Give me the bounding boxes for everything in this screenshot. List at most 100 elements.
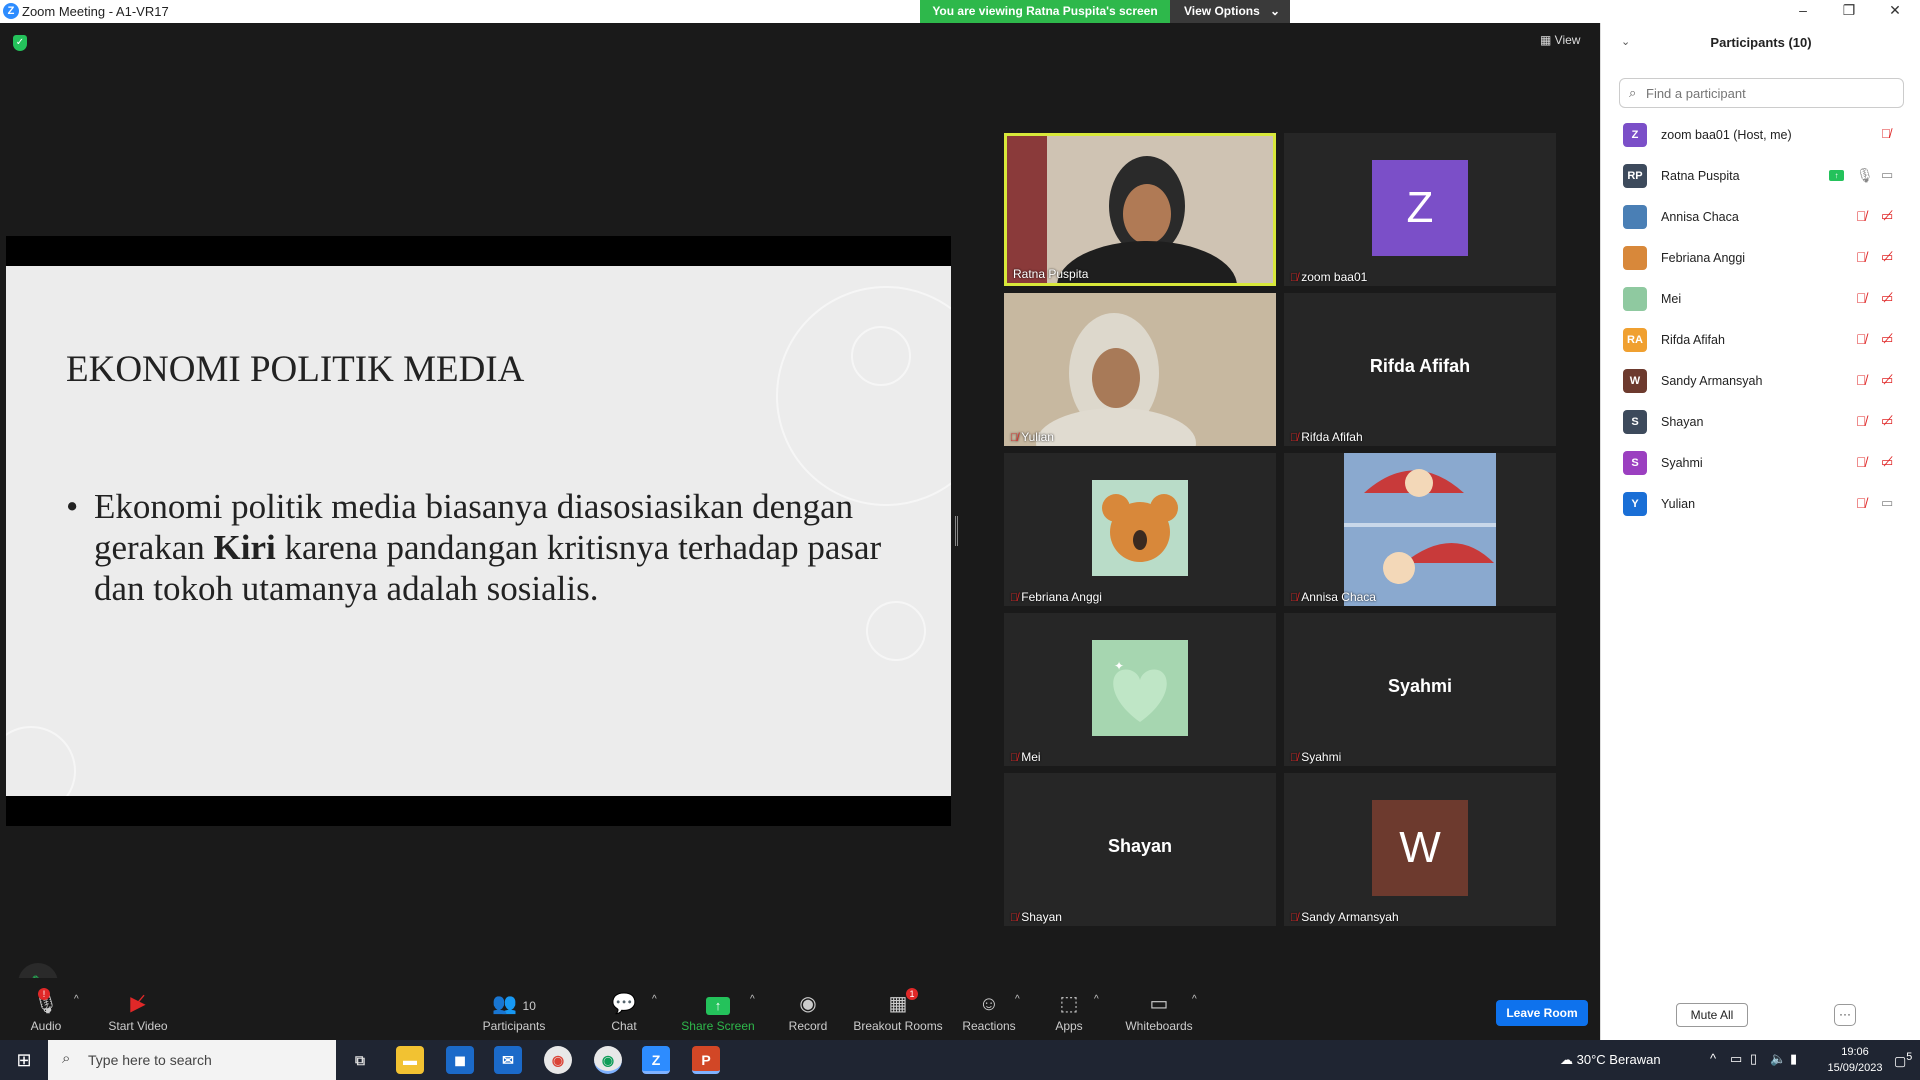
store-icon[interactable]: ◼ [446, 1046, 474, 1074]
more-options-button[interactable]: ··· [1834, 1004, 1856, 1026]
reactions-button[interactable]: ☺ Reactions [960, 992, 1018, 1033]
reactions-label: Reactions [962, 1019, 1016, 1033]
slide-bullet: • Ekonomi politik media biasanya diasosi… [66, 486, 886, 609]
windows-taskbar: ⊞ ⌕ Type here to search ⧉ ▬ ◼ ✉ ◉ ◉ Z P … [0, 1040, 1920, 1080]
participant-row[interactable]: RP Ratna Puspita ↑ 🎙 ▭ [1601, 156, 1920, 197]
camera-off-icon[interactable]: ▭̸ [1881, 413, 1893, 429]
network-icon[interactable]: ▯ [1750, 1051, 1757, 1067]
tile-name: 🎙̸ Syahmi [1290, 750, 1341, 764]
mic-muted-icon: 🎙̸ [1290, 752, 1299, 764]
mic-muted-icon[interactable]: 🎙̸ [1856, 331, 1867, 347]
camera-off-icon[interactable]: ▭̸ [1881, 290, 1893, 306]
participant-row[interactable]: S Shayan 🎙̸ ▭̸ [1601, 402, 1920, 443]
participants-button[interactable]: 👥 10 Participants [478, 992, 550, 1033]
split-view-handle[interactable] [955, 516, 958, 546]
powerpoint-icon[interactable]: P [692, 1046, 720, 1074]
share-options-caret-icon[interactable]: ^ [750, 994, 755, 1005]
audio-button[interactable]: 🎙 ! Audio [24, 988, 68, 1033]
avatar [1623, 287, 1647, 311]
tray-expand-icon[interactable]: ^ [1710, 1051, 1716, 1066]
battery-icon[interactable]: ▮ [1790, 1051, 1797, 1067]
video-tile[interactable]: Ratna Puspita [1004, 133, 1276, 286]
camera-off-icon[interactable]: ▭̸ [1881, 372, 1893, 388]
mail-icon[interactable]: ✉ [494, 1046, 522, 1074]
participant-row[interactable]: Febriana Anggi 🎙̸ ▭̸ [1601, 238, 1920, 279]
profile-picture [1344, 453, 1496, 606]
task-view-icon[interactable]: ⧉ [346, 1046, 374, 1074]
whiteboards-options-caret-icon[interactable]: ^ [1192, 994, 1197, 1005]
video-tile[interactable]: 🎙̸ Yulian [1004, 293, 1276, 446]
video-tile[interactable]: Syahmi 🎙̸ Syahmi [1284, 613, 1556, 766]
notification-icon[interactable]: ▢5 [1894, 1051, 1912, 1069]
apps-button[interactable]: ⬚ Apps [1052, 992, 1086, 1033]
mic-muted-icon[interactable]: 🎙̸ [1856, 372, 1867, 388]
chrome-icon[interactable]: ◉ [544, 1046, 572, 1074]
breakout-rooms-button[interactable]: ▦ 1 Breakout Rooms [852, 988, 944, 1033]
share-screen-button[interactable]: ↑ Share Screen [680, 992, 756, 1033]
search-icon: ⌕ [1629, 85, 1637, 100]
chrome-profile-icon[interactable]: ◉ [594, 1046, 622, 1074]
mute-all-button[interactable]: Mute All [1676, 1003, 1748, 1027]
camera-tray-icon[interactable]: ▭ [1730, 1051, 1742, 1067]
audio-options-caret-icon[interactable]: ^ [74, 994, 79, 1005]
presentation-slide: EKONOMI POLITIK MEDIA • Ekonomi politik … [6, 266, 951, 796]
participant-name-display: Shayan [1107, 836, 1173, 856]
video-tile[interactable]: 🎙̸ Annisa Chaca [1284, 453, 1556, 606]
minimize-icon[interactable]: – [1780, 0, 1826, 23]
participant-row[interactable]: RA Rifda Afifah 🎙̸ ▭̸ [1601, 320, 1920, 361]
participant-search[interactable]: ⌕ [1619, 78, 1904, 108]
mic-muted-icon[interactable]: 🎙̸ [1856, 290, 1867, 306]
mic-muted-icon[interactable]: 🎙̸ [1856, 208, 1867, 224]
start-video-button[interactable]: ▶̸ Start Video [104, 992, 172, 1033]
camera-on-icon[interactable]: ▭ [1881, 495, 1893, 511]
camera-on-icon[interactable]: ▭ [1881, 167, 1893, 183]
mic-muted-icon[interactable]: 🎙̸ [1856, 413, 1867, 429]
close-icon[interactable]: ✕ [1872, 0, 1918, 23]
camera-off-icon[interactable]: ▭̸ [1881, 331, 1893, 347]
chat-button[interactable]: 💬 Chat [604, 992, 644, 1033]
participant-row[interactable]: W Sandy Armansyah 🎙̸ ▭̸ [1601, 361, 1920, 402]
tile-name: 🎙̸ zoom baa01 [1290, 270, 1367, 284]
participant-row[interactable]: Z zoom baa01 (Host, me) 🎙̸ [1601, 115, 1920, 156]
video-tile[interactable]: Shayan 🎙̸ Shayan [1004, 773, 1276, 926]
camera-off-icon[interactable]: ▭̸ [1881, 208, 1893, 224]
participant-row[interactable]: Mei 🎙̸ ▭̸ [1601, 279, 1920, 320]
restore-icon[interactable]: ❐ [1826, 0, 1872, 23]
chat-options-caret-icon[interactable]: ^ [652, 994, 657, 1005]
mic-muted-icon: 🎙̸ [1010, 432, 1019, 444]
zoom-taskbar-icon[interactable]: Z [642, 1046, 670, 1074]
mic-muted-icon[interactable]: 🎙̸ [1856, 454, 1867, 470]
windows-start-icon[interactable]: ⊞ [0, 1040, 48, 1080]
record-button[interactable]: ◉ Record [785, 992, 831, 1033]
taskbar-search[interactable]: ⌕ Type here to search [48, 1040, 336, 1080]
participant-search-input[interactable] [1646, 83, 1896, 103]
mic-muted-icon[interactable]: 🎙̸ [1881, 126, 1891, 141]
video-tile[interactable]: 🎙̸ Febriana Anggi [1004, 453, 1276, 606]
start-video-label: Start Video [108, 1019, 168, 1033]
participant-row[interactable]: S Syahmi 🎙̸ ▭̸ [1601, 443, 1920, 484]
camera-off-icon[interactable]: ▭̸ [1881, 249, 1893, 265]
video-tile[interactable]: Z 🎙̸ zoom baa01 [1284, 133, 1556, 286]
video-tile[interactable]: ✦ 🎙̸ Mei [1004, 613, 1276, 766]
reactions-options-caret-icon[interactable]: ^ [1015, 994, 1020, 1005]
file-explorer-icon[interactable]: ▬ [396, 1046, 424, 1074]
clock[interactable]: 19:06 15/09/2023 [1825, 1044, 1885, 1076]
whiteboards-button[interactable]: ▭ Whiteboards [1124, 992, 1194, 1033]
mic-muted-icon: 🎙̸ [1010, 912, 1019, 924]
weather-widget[interactable]: ☁ 30°C Berawan [1560, 1052, 1661, 1068]
mic-on-icon[interactable]: 🎙 [1856, 167, 1874, 184]
participant-row[interactable]: Y Yulian 🎙̸ ▭ [1601, 484, 1920, 525]
view-options-button[interactable]: View Options ⌄ [1170, 0, 1290, 23]
apps-options-caret-icon[interactable]: ^ [1094, 994, 1099, 1005]
video-tile[interactable]: W 🎙̸ Sandy Armansyah [1284, 773, 1556, 926]
encryption-shield-icon[interactable]: ✓ [13, 35, 27, 51]
camera-off-icon[interactable]: ▭̸ [1881, 454, 1893, 470]
leave-room-button[interactable]: Leave Room [1496, 1000, 1588, 1026]
record-icon: ◉ [799, 993, 817, 1015]
volume-icon[interactable]: 🔈 [1770, 1051, 1786, 1067]
participant-row[interactable]: Annisa Chaca 🎙̸ ▭̸ [1601, 197, 1920, 238]
video-tile[interactable]: Rifda Afifah 🎙̸ Rifda Afifah [1284, 293, 1556, 446]
mic-muted-icon[interactable]: 🎙̸ [1856, 495, 1867, 511]
view-button[interactable]: ▦ View [1540, 33, 1580, 47]
mic-muted-icon[interactable]: 🎙̸ [1856, 249, 1867, 265]
